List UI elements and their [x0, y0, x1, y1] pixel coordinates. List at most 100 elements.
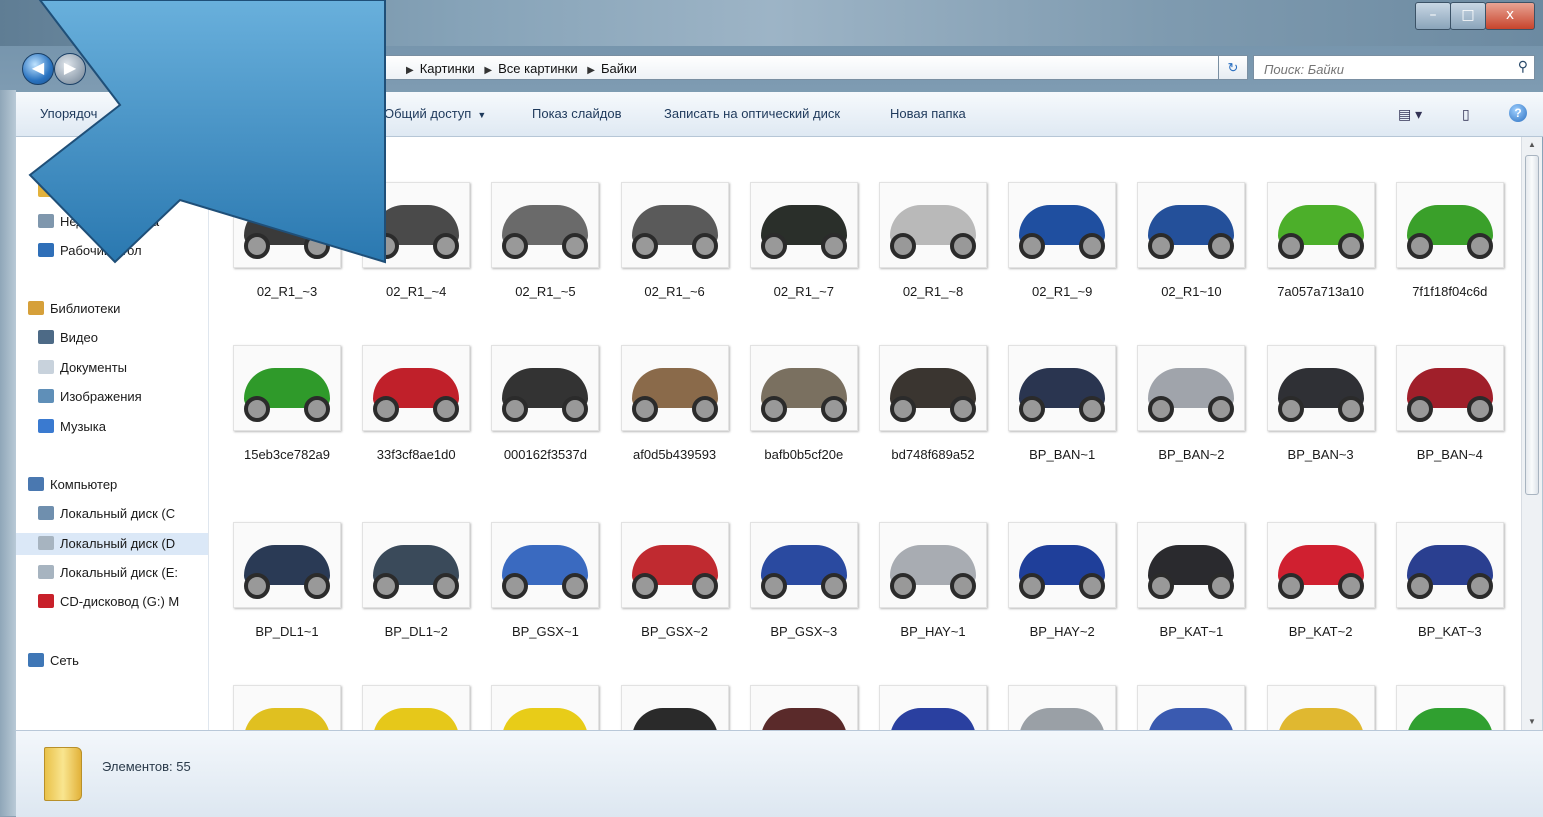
sidebar-item-label: Изображения	[60, 389, 142, 404]
library-group-icon	[28, 301, 44, 315]
thumbnail-image	[1266, 522, 1375, 608]
sidebar-item-label: Локальный диск (E:	[60, 565, 178, 580]
wheel-shape	[950, 573, 976, 599]
wheel-shape	[1208, 573, 1235, 599]
sidebar-item[interactable]: Библиотеки	[28, 298, 120, 320]
thumbnail-image	[233, 522, 341, 608]
wheel-shape	[1277, 396, 1304, 422]
wheel-shape	[1337, 573, 1364, 599]
search-box[interactable]: ⚲	[1253, 55, 1535, 81]
file-name: 02_R1_~8	[902, 284, 964, 299]
search-input[interactable]	[1262, 57, 1496, 81]
thumbnail-image	[1137, 345, 1246, 431]
location-icon	[38, 330, 54, 344]
location-icon	[38, 594, 54, 608]
scroll-down-icon[interactable]: ▼	[1522, 714, 1542, 730]
file-name: 33f3cf8ae1d0	[376, 447, 456, 462]
thumbnail-image	[491, 182, 600, 268]
file-name: BP_GSX~2	[641, 624, 709, 639]
thumbnail-image	[749, 685, 858, 730]
sidebar-item[interactable]: Документы	[38, 357, 127, 379]
maximize-button[interactable]: □	[1450, 2, 1486, 30]
library-group-icon	[28, 477, 44, 491]
motorcycle-shape	[1019, 708, 1106, 730]
location-icon	[38, 419, 54, 433]
sidebar-item[interactable]: CD-дисковод (G:) M	[38, 591, 179, 613]
wheel-shape	[502, 233, 529, 259]
wheel-shape	[1148, 396, 1175, 422]
wheel-shape	[373, 396, 400, 422]
address-bar[interactable]: ▶Картинки ▶Все картинки ▶Байки ▼	[385, 55, 1243, 80]
sidebar-item-label: Библиотеки	[50, 301, 121, 316]
sidebar-item[interactable]: Компьютер	[28, 474, 117, 496]
scrollbar-thumb[interactable]	[1525, 155, 1539, 495]
wheel-shape	[304, 396, 330, 422]
sidebar-item-label: Документы	[60, 360, 128, 375]
sidebar-item[interactable]: Локальный диск (E:	[38, 562, 178, 584]
thumbnail-image	[1395, 685, 1504, 730]
wheel-shape	[631, 396, 658, 422]
thumbnail-image	[620, 522, 729, 608]
wheel-shape	[1019, 573, 1046, 599]
thumbnail-image	[879, 685, 987, 730]
sidebar-item[interactable]: Видео	[38, 327, 98, 349]
help-icon[interactable]: ?	[1509, 104, 1527, 122]
motorcycle-shape	[631, 708, 718, 730]
thumbnail-image	[1008, 685, 1117, 730]
folder-icon	[44, 747, 82, 801]
wheel-shape	[562, 233, 589, 259]
wheel-shape	[562, 573, 589, 599]
wheel-shape	[304, 573, 330, 599]
sidebar-item-label: Видео	[60, 330, 98, 345]
file-name: BP_HAY~1	[900, 624, 966, 639]
motorcycle-shape	[1148, 708, 1235, 730]
sidebar-item[interactable]: Локальный диск (C	[38, 503, 175, 525]
thumbnail-image	[879, 345, 987, 431]
breadcrumb-item[interactable]: Байки	[601, 61, 637, 76]
large-pointer-arrow-icon	[28, 0, 386, 264]
wheel-shape	[1337, 233, 1364, 259]
wheel-shape	[1148, 573, 1175, 599]
sidebar-item[interactable]: Изображения	[38, 386, 142, 408]
sidebar-item-label: Музыка	[60, 419, 106, 434]
file-name: bafb0b5cf20e	[764, 447, 844, 462]
vertical-scrollbar[interactable]: ▲ ▼	[1521, 137, 1542, 730]
minimize-button[interactable]: –	[1415, 2, 1451, 30]
sidebar-item-label: CD-дисковод (G:) M	[60, 594, 180, 609]
explorer-window: – □ x ◀ ▶ ▶ Картинки ▶ Все картинки ▶ Байки…	[0, 0, 1543, 817]
thumbnail-image	[233, 345, 341, 431]
wheel-shape	[562, 396, 589, 422]
wheel-shape	[1079, 573, 1106, 599]
breadcrumb-item[interactable]: Картинки	[420, 61, 475, 76]
close-button[interactable]: x	[1485, 2, 1535, 30]
new-folder-button[interactable]: Новая папка	[890, 92, 966, 136]
wheel-shape	[244, 573, 270, 599]
wheel-shape	[433, 396, 460, 422]
wheel-shape	[1019, 233, 1046, 259]
scroll-up-icon[interactable]: ▲	[1522, 137, 1542, 153]
sidebar-item[interactable]: Музыка	[38, 416, 106, 438]
thumbnail-image	[749, 182, 858, 268]
file-grid: 02_R1_~3 02_R1_~4 02_R1_~5 02_R1_~6 02_R1_~7…	[209, 137, 1521, 730]
wheel-shape	[1019, 396, 1046, 422]
file-name: BP_BAN~4	[1416, 447, 1483, 462]
wheel-shape	[631, 233, 658, 259]
preview-pane-icon[interactable]: ▯	[1462, 104, 1470, 124]
search-icon[interactable]: ⚲	[1518, 58, 1528, 75]
file-name: 7a057a713a10	[1277, 284, 1364, 299]
slideshow-button[interactable]: Показ слайдов	[532, 92, 622, 136]
view-options-icon[interactable]: ▤ ▾	[1398, 104, 1422, 124]
breadcrumb-item[interactable]: Все картинки	[498, 61, 578, 76]
file-name: BP_KAT~1	[1159, 624, 1224, 639]
details-pane: Элементов: 55	[16, 730, 1543, 817]
burn-disc-button[interactable]: Записать на оптический диск	[664, 92, 840, 136]
sidebar-item-label: Сеть	[50, 653, 79, 668]
thumbnail-image	[491, 522, 600, 608]
wheel-shape	[890, 573, 916, 599]
thumbnail-image	[491, 345, 600, 431]
file-name: BP_GSX~3	[770, 624, 838, 639]
refresh-button[interactable]: ↻	[1218, 55, 1248, 80]
wheel-shape	[502, 573, 529, 599]
sidebar-item[interactable]: Локальный диск (D	[16, 533, 208, 555]
sidebar-item[interactable]: Сеть	[28, 650, 79, 672]
